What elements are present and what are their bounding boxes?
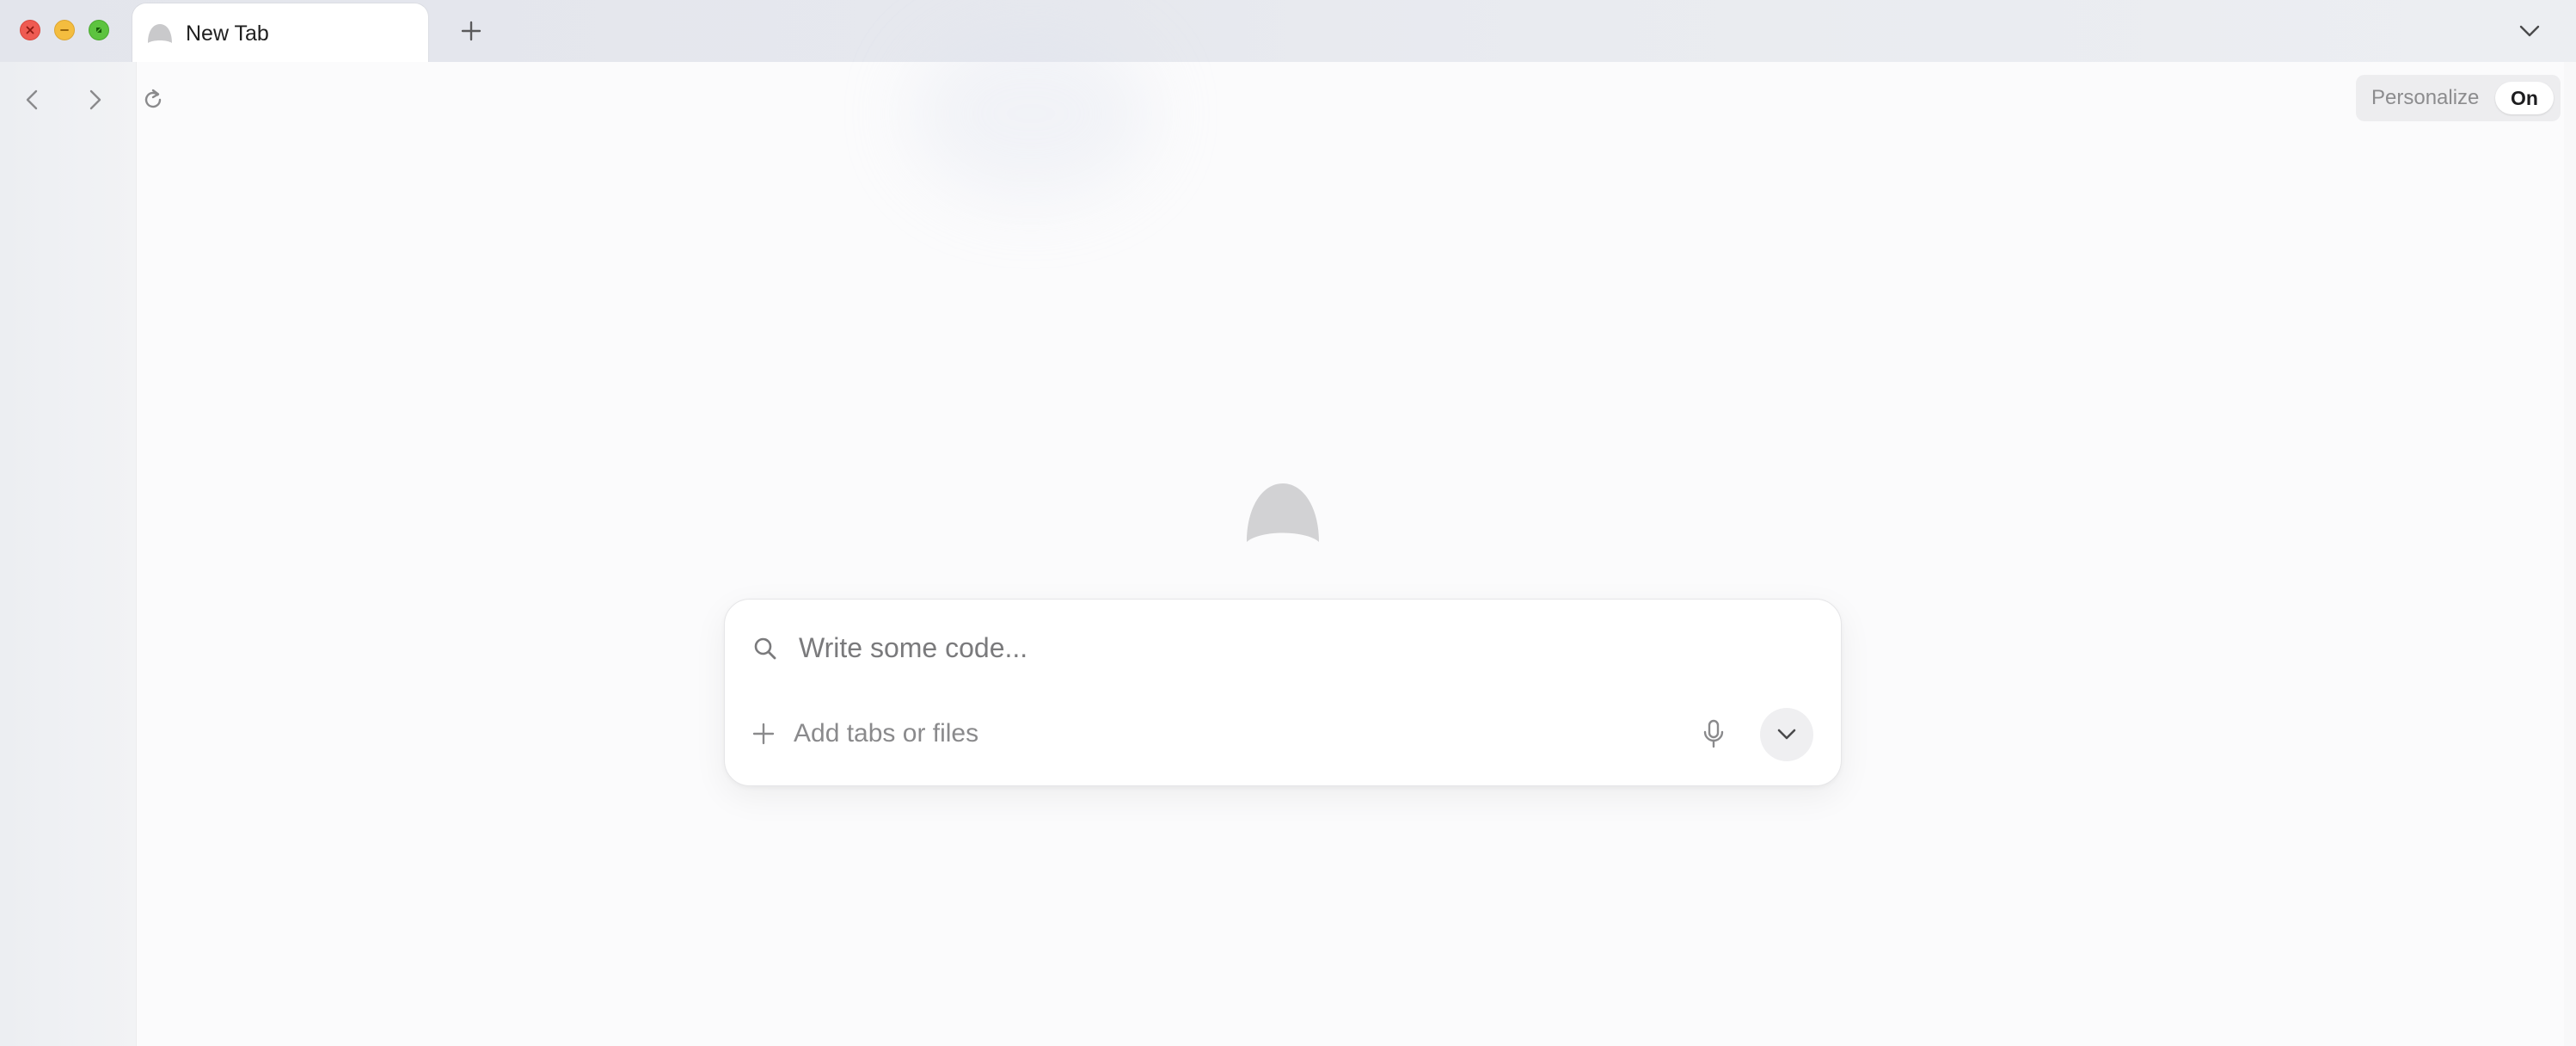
tab-title: New Tab <box>186 22 269 46</box>
prompt-box: Add tabs or files <box>724 599 1842 786</box>
close-icon <box>26 26 34 34</box>
forward-button[interactable] <box>77 83 112 117</box>
chevron-down-icon <box>2519 25 2540 37</box>
chevron-down-icon <box>1777 729 1796 740</box>
personalize-label: Personalize <box>2371 86 2480 109</box>
plus-icon <box>461 21 481 41</box>
window-close-button[interactable] <box>20 20 40 40</box>
browser-window: New Tab Personalize On Write some code..… <box>0 0 2576 1046</box>
sidebar-strip <box>0 62 136 1046</box>
personalize-control[interactable]: Personalize On <box>2356 75 2561 121</box>
personalize-toggle[interactable]: On <box>2495 82 2554 114</box>
voice-input-button[interactable] <box>1696 717 1731 751</box>
add-tabs-button[interactable]: Add tabs or files <box>751 717 978 751</box>
new-tab-page <box>136 28 2564 1046</box>
tab-list-button[interactable] <box>2514 15 2545 46</box>
add-tabs-label: Add tabs or files <box>794 719 979 748</box>
background-blur <box>911 28 1151 200</box>
fullscreen-icon <box>96 28 101 33</box>
dome-logo-icon <box>1247 483 1319 542</box>
chevron-left-icon <box>26 89 38 110</box>
tab-new-tab[interactable]: New Tab <box>132 3 428 62</box>
reload-icon <box>144 89 162 108</box>
window-zoom-button[interactable] <box>89 20 109 40</box>
reload-button[interactable] <box>136 83 170 117</box>
prompt-input[interactable] <box>799 625 1796 670</box>
plus-icon <box>752 723 775 745</box>
back-button[interactable] <box>15 83 50 117</box>
tab-strip: New Tab <box>0 0 2576 62</box>
minimize-icon <box>60 29 69 31</box>
search-icon <box>754 637 776 660</box>
expand-options-button[interactable] <box>1760 708 1813 761</box>
new-tab-button[interactable] <box>456 15 487 46</box>
chevron-right-icon <box>89 89 101 110</box>
microphone-icon <box>1703 719 1724 748</box>
dome-favicon-icon <box>148 24 172 43</box>
window-minimize-button[interactable] <box>54 20 75 40</box>
